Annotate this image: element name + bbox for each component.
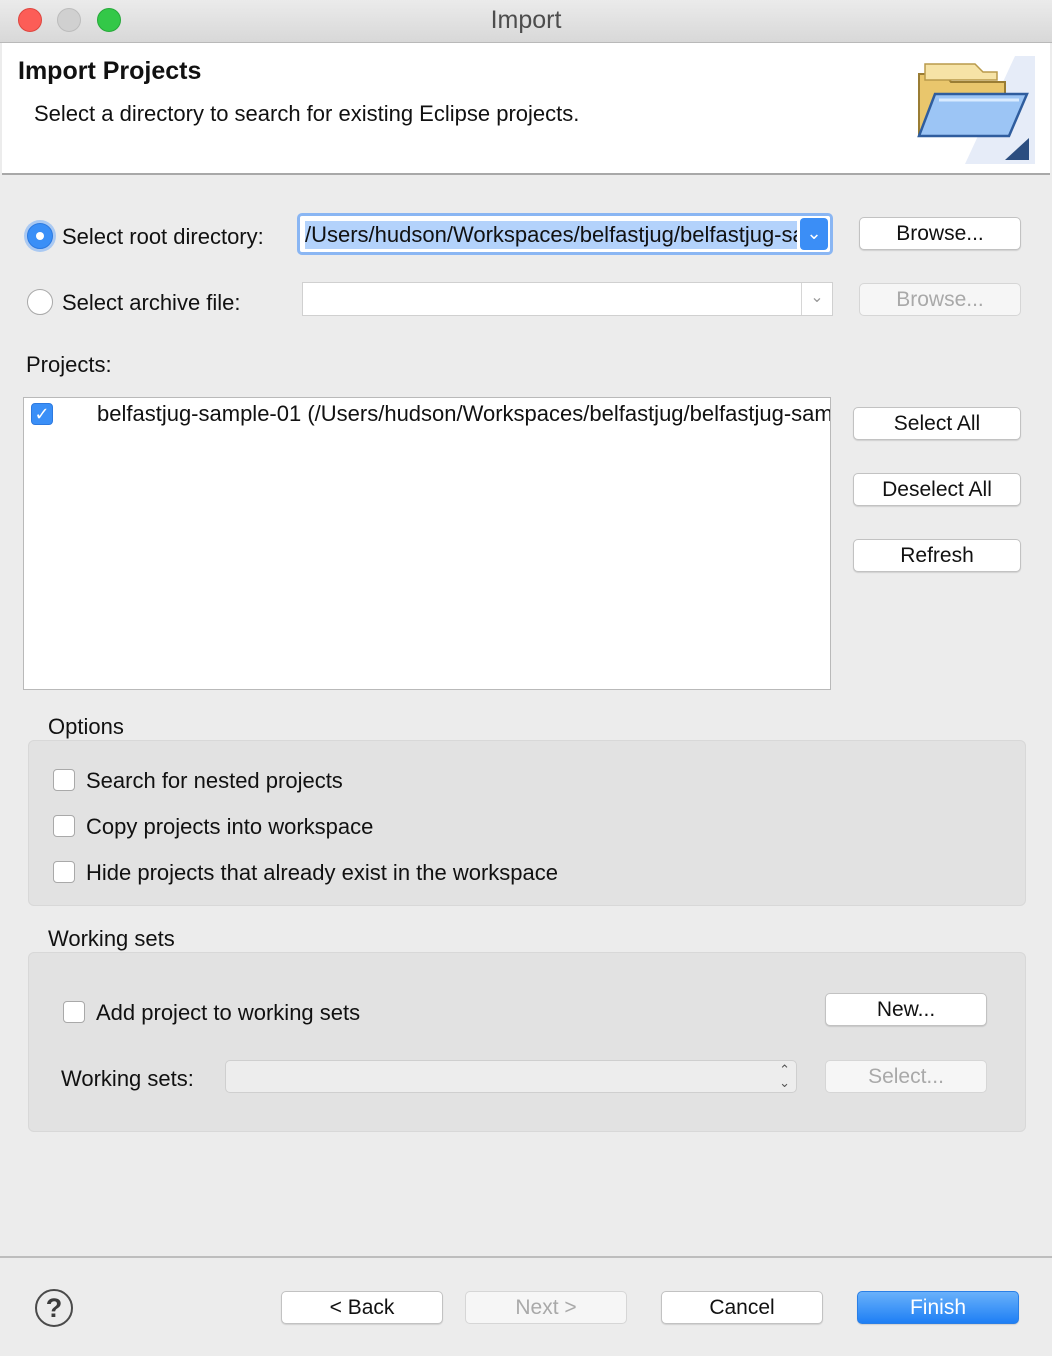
finish-button[interactable]: Finish <box>857 1291 1019 1324</box>
root-directory-label: Select root directory: <box>62 224 264 249</box>
chevron-down-icon[interactable]: ⌄ <box>800 218 828 250</box>
page-description: Select a directory to search for existin… <box>34 101 580 126</box>
working-sets-label: Working sets: <box>61 1066 194 1091</box>
new-working-set-button[interactable]: New... <box>825 993 987 1026</box>
copy-projects-label: Copy projects into workspace <box>86 814 374 839</box>
project-checkbox[interactable]: ✓ <box>31 403 53 425</box>
projects-label: Projects: <box>26 352 112 377</box>
add-to-working-sets-checkbox[interactable] <box>63 1001 85 1023</box>
search-nested-label: Search for nested projects <box>86 768 343 793</box>
archive-file-label: Select archive file: <box>62 290 241 315</box>
root-directory-value[interactable]: /Users/hudson/Workspaces/belfastjug/belf… <box>305 221 797 249</box>
select-working-set-button[interactable]: Select... <box>825 1060 987 1093</box>
copy-projects-checkbox[interactable] <box>53 815 75 837</box>
hide-existing-label: Hide projects that already exist in the … <box>86 860 559 885</box>
deselect-all-button[interactable]: Deselect All <box>853 473 1021 506</box>
root-directory-radio[interactable] <box>27 223 53 249</box>
window-title: Import <box>490 6 562 34</box>
search-nested-checkbox[interactable] <box>53 769 75 791</box>
root-directory-combo[interactable]: /Users/hudson/Workspaces/belfastjug/belf… <box>297 213 833 255</box>
browse-directory-button[interactable]: Browse... <box>859 217 1021 250</box>
working-sets-select[interactable]: ⌃ ⌄ <box>225 1060 797 1093</box>
chevron-down-icon[interactable]: ⌄ <box>801 283 832 315</box>
project-list-item[interactable]: belfastjug-sample-01 (/Users/hudson/Work… <box>97 401 830 427</box>
page-title: Import Projects <box>18 57 202 85</box>
options-title: Options <box>48 714 124 739</box>
archive-file-combo[interactable]: ⌄ <box>302 282 833 316</box>
hide-existing-checkbox[interactable] <box>53 861 75 883</box>
projects-list[interactable] <box>23 397 831 690</box>
working-sets-title: Working sets <box>48 926 175 951</box>
refresh-button[interactable]: Refresh <box>853 539 1021 572</box>
next-button[interactable]: Next > <box>465 1291 627 1324</box>
select-all-button[interactable]: Select All <box>853 407 1021 440</box>
archive-file-radio[interactable] <box>27 289 53 315</box>
browse-archive-button[interactable]: Browse... <box>859 283 1021 316</box>
cancel-button[interactable]: Cancel <box>661 1291 823 1324</box>
add-to-working-sets-label: Add project to working sets <box>96 1000 361 1025</box>
working-sets-group <box>28 952 1026 1132</box>
folder-icon <box>917 56 1035 164</box>
back-button[interactable]: < Back <box>281 1291 443 1324</box>
up-down-arrows-icon: ⌃ ⌄ <box>779 1062 790 1090</box>
help-icon[interactable]: ? <box>35 1289 73 1327</box>
footer-divider <box>0 1256 1052 1258</box>
